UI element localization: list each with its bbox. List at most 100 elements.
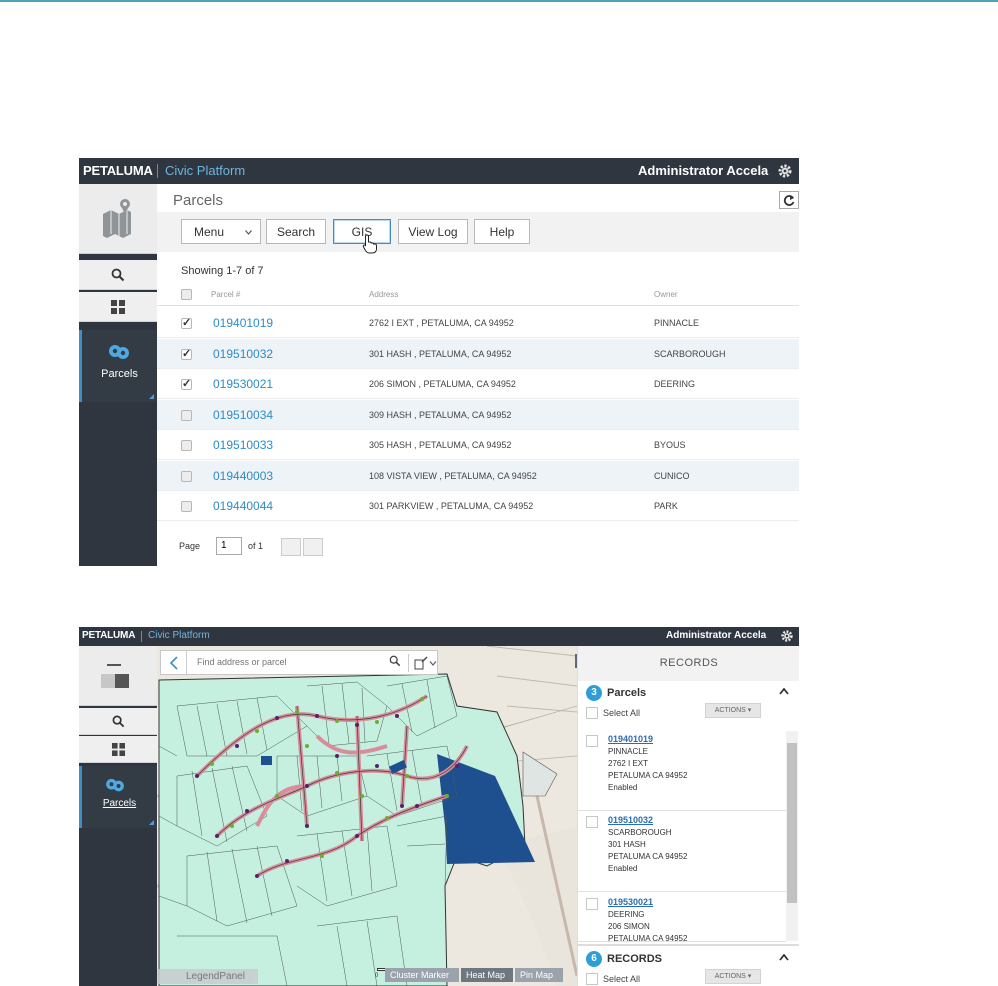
table-row[interactable]: 019440044 301 PARKVIEW , PETALUMA, CA 94… bbox=[157, 491, 799, 521]
parcel-link[interactable]: 019401019 bbox=[213, 316, 273, 330]
row-checkbox[interactable] bbox=[181, 471, 192, 482]
row-checkbox[interactable] bbox=[181, 377, 192, 390]
card-checkbox[interactable] bbox=[586, 735, 598, 747]
sidebar-item-parcels[interactable]: Parcels bbox=[79, 330, 157, 402]
draw-shape-icon bbox=[414, 656, 428, 670]
row-checkbox[interactable] bbox=[181, 501, 192, 512]
select-all-checkbox[interactable] bbox=[181, 289, 192, 300]
gis-map[interactable]: + − LegendPanel 0 300 600ft Cluster Mark… bbox=[157, 646, 577, 986]
records-section-title: RECORDS bbox=[607, 953, 663, 965]
brand-name: PETALUMA bbox=[83, 163, 153, 178]
user-name[interactable]: Administrator Accela bbox=[666, 630, 766, 641]
records-actions-button[interactable]: ACTIONS ▾ bbox=[705, 969, 761, 984]
row-checkbox[interactable] bbox=[181, 410, 192, 421]
card-parcel-link[interactable]: 019510032 bbox=[608, 815, 653, 825]
gear-icon[interactable] bbox=[780, 629, 794, 643]
select-all-parcels-checkbox[interactable] bbox=[586, 707, 598, 719]
record-card[interactable]: 019510032 SCARBOROUGH 301 HASH PETALUMA … bbox=[578, 812, 786, 892]
table-row[interactable]: 019401019 2762 I EXT , PETALUMA, CA 9495… bbox=[157, 308, 799, 338]
menu-label: Menu bbox=[194, 224, 225, 239]
refresh-button[interactable] bbox=[779, 191, 799, 209]
parcels-actions-button[interactable]: ACTIONS ▾ bbox=[705, 703, 761, 718]
search-icon[interactable] bbox=[389, 655, 401, 667]
table-row[interactable]: 019510032 301 HASH , PETALUMA, CA 94952 … bbox=[157, 339, 799, 369]
owner-cell: PARK bbox=[654, 501, 678, 511]
chevron-up-icon[interactable] bbox=[779, 954, 789, 961]
back-button[interactable] bbox=[161, 651, 187, 674]
chevron-up-icon[interactable] bbox=[779, 688, 789, 695]
parcels-icon bbox=[109, 345, 129, 359]
legend-panel-button[interactable]: LegendPanel bbox=[157, 969, 258, 984]
card-status: Enabled bbox=[608, 864, 638, 873]
records-scrollbar[interactable] bbox=[786, 731, 798, 941]
parcel-link[interactable]: 019530021 bbox=[213, 377, 273, 391]
results-count: Showing 1-7 of 7 bbox=[181, 265, 264, 277]
row-checkbox[interactable] bbox=[181, 440, 192, 451]
owner-cell: CUNICO bbox=[654, 471, 690, 481]
brand-name: PETALUMA bbox=[82, 630, 136, 641]
gear-icon[interactable] bbox=[777, 163, 793, 179]
column-header-address[interactable]: Address bbox=[369, 290, 398, 299]
help-button[interactable]: Help bbox=[474, 219, 530, 244]
table-header: Parcel # Address Owner bbox=[157, 284, 799, 306]
card-parcel-link[interactable]: 019401019 bbox=[608, 734, 653, 744]
parcel-link[interactable]: 019440044 bbox=[213, 499, 273, 513]
address-cell: 309 HASH , PETALUMA, CA 94952 bbox=[369, 410, 512, 420]
sidebar-search[interactable] bbox=[79, 260, 157, 290]
column-header-owner[interactable]: Owner bbox=[654, 290, 678, 299]
column-header-parcel[interactable]: Parcel # bbox=[211, 290, 240, 299]
parcel-link[interactable]: 019510034 bbox=[213, 408, 273, 422]
parcel-link[interactable]: 019510033 bbox=[213, 438, 273, 452]
refresh-icon bbox=[783, 195, 795, 206]
sidebar-apps[interactable] bbox=[79, 292, 157, 322]
page-number-input[interactable]: 1 bbox=[216, 537, 242, 555]
table-row[interactable]: 019530021 206 SIMON , PETALUMA, CA 94952… bbox=[157, 369, 799, 399]
brand-separator bbox=[157, 164, 158, 178]
address-cell: 206 SIMON , PETALUMA, CA 94952 bbox=[369, 379, 516, 389]
app-logo[interactable] bbox=[79, 184, 157, 254]
search-button[interactable]: Search bbox=[266, 219, 326, 244]
parcel-map-canvas[interactable] bbox=[157, 646, 577, 986]
row-checkbox[interactable] bbox=[181, 316, 192, 329]
draw-tool-dropdown[interactable] bbox=[408, 654, 438, 672]
chevron-down-icon bbox=[245, 230, 252, 235]
card-city: PETALUMA CA 94952 bbox=[608, 771, 688, 780]
prev-page-button[interactable] bbox=[281, 538, 301, 556]
sidebar-item-parcels[interactable]: Parcels bbox=[79, 766, 157, 828]
view-log-button[interactable]: View Log bbox=[398, 219, 468, 244]
map-logo-icon bbox=[101, 664, 129, 688]
app-logo[interactable] bbox=[79, 646, 157, 706]
user-name[interactable]: Administrator Accela bbox=[638, 163, 768, 178]
record-card[interactable]: 019530021 DEERING 206 SIMON PETALUMA CA … bbox=[578, 894, 786, 942]
map-pin-icon bbox=[103, 199, 131, 238]
card-parcel-link[interactable]: 019530021 bbox=[608, 897, 653, 907]
tab-heat-map[interactable]: Heat Map bbox=[461, 968, 513, 982]
record-card[interactable]: 019401019 PINNACLE 2762 I EXT PETALUMA C… bbox=[578, 731, 786, 811]
parcel-link[interactable]: 019440003 bbox=[213, 469, 273, 483]
owner-cell: PINNACLE bbox=[654, 318, 700, 328]
main-content: Parcels Menu Search GIS View Log Help Sh… bbox=[157, 184, 799, 566]
owner-cell: BYOUS bbox=[654, 440, 686, 450]
table-row[interactable]: 019440003 108 VISTA VIEW , PETALUMA, CA … bbox=[157, 461, 799, 491]
card-checkbox[interactable] bbox=[586, 816, 598, 828]
row-checkbox[interactable] bbox=[181, 347, 192, 360]
parcel-link[interactable]: 019510032 bbox=[213, 347, 273, 361]
next-page-button[interactable] bbox=[303, 538, 323, 556]
card-owner: DEERING bbox=[608, 910, 645, 919]
address-cell: 2762 I EXT , PETALUMA, CA 94952 bbox=[369, 318, 514, 328]
tab-pin-map[interactable]: Pin Map bbox=[515, 968, 563, 982]
address-search-input[interactable] bbox=[197, 657, 367, 667]
scale-label-0: 0 bbox=[375, 973, 379, 979]
select-all-records-checkbox[interactable] bbox=[586, 973, 598, 985]
card-checkbox[interactable] bbox=[586, 898, 598, 910]
table-row[interactable]: 019510033 305 HASH , PETALUMA, CA 94952 … bbox=[157, 430, 799, 460]
menu-dropdown[interactable]: Menu bbox=[181, 219, 261, 244]
scrollbar-thumb[interactable] bbox=[787, 743, 797, 903]
sidebar-apps[interactable] bbox=[79, 736, 157, 763]
records-panel: RECORDS 3 Parcels Select All ACTIONS ▾ 0… bbox=[577, 646, 799, 986]
tab-cluster-marker[interactable]: Cluster Marker bbox=[385, 968, 459, 982]
card-status: Enabled bbox=[608, 783, 638, 792]
chevron-down-icon bbox=[429, 661, 437, 666]
table-row[interactable]: 019510034 309 HASH , PETALUMA, CA 94952 bbox=[157, 400, 799, 430]
sidebar-search[interactable] bbox=[79, 708, 157, 735]
